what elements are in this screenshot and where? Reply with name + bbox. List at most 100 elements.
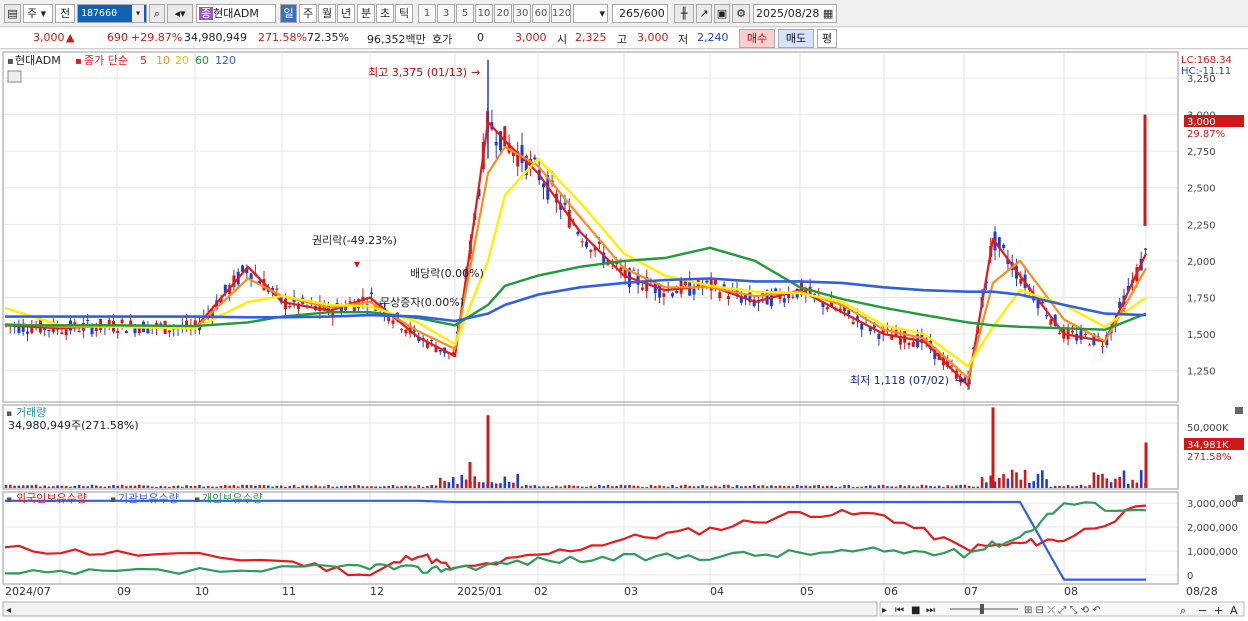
zoom-in-icon[interactable]: + [1214,604,1223,617]
volume-bar [374,486,378,488]
calculator-icon[interactable] [7,70,22,83]
zoom-out-icon[interactable]: − [1198,604,1207,617]
stock-name[interactable]: 종 현대ADM [196,4,276,23]
stock-code-input[interactable]: 187660 ▾ [77,4,147,23]
volume-bar [1019,479,1023,488]
candle-body [47,330,51,332]
eval-button[interactable]: 평 [817,29,837,48]
minute-20[interactable]: 20 [494,4,512,23]
volume-bar [383,486,386,488]
scroll-left-icon[interactable]: ◂ [6,605,11,616]
candle-body [391,320,395,324]
volume-bar [482,482,485,488]
volume-bar [86,486,89,488]
volume-bar [873,486,876,488]
period-type-select[interactable]: 주 ▾ [23,4,53,23]
volume-bar [267,485,270,488]
period-minute[interactable]: 분 [357,4,375,23]
legend-ma10[interactable]: 10 [156,54,170,67]
minute-5[interactable]: 5 [456,4,474,23]
volume-bar [314,485,317,488]
legend-ma60[interactable]: 60 [195,54,209,67]
sell-button[interactable]: 매도 [778,29,814,48]
candle-body [877,333,881,339]
volume-bar [340,485,343,488]
candle-body [348,301,352,303]
volume-bar [869,485,872,488]
legend-ma120[interactable]: 120 [215,54,236,67]
chart-svg[interactable]: 3,2503,0002,7502,5002,2502,0001,7501,500… [0,50,1248,621]
individual-square-icon: ▪ [194,495,200,505]
volume-bar [731,486,734,488]
search-icon[interactable]: ⌕ [149,4,165,23]
candle-body [718,292,722,299]
volume-bar [163,486,167,488]
volume-bar [254,485,257,488]
candle-body [137,328,141,334]
volume-bar [1066,485,1070,488]
gear-icon[interactable]: ⚙ [732,4,750,23]
buy-button[interactable]: 매수 [739,29,775,48]
legend-ma5[interactable]: 5 [140,54,147,67]
x-axis-label: 05 [800,585,814,598]
minute-60[interactable]: 60 [532,4,550,23]
minute-30[interactable]: 30 [513,4,531,23]
period-second[interactable]: 초 [376,4,394,23]
candle-body [683,281,687,286]
volume-bar [606,484,610,488]
date-input[interactable]: 2025/08/28 ▦ [753,4,837,23]
speaker-icon[interactable]: ◂▾ [167,4,193,23]
minute-3[interactable]: 3 [437,4,455,23]
fast-forward-icon[interactable]: ⏭ [926,605,935,616]
period-day[interactable]: 일 [280,4,297,23]
volume-bar [920,484,924,488]
hc-label: HC:-11.11 [1181,66,1231,77]
candle-type-icon[interactable]: ╫ [674,4,694,23]
volume-bar [426,486,429,488]
save-icon[interactable]: ▣ [714,4,730,23]
volume-bar [99,486,102,488]
period-month[interactable]: 월 [318,4,336,23]
volume-bar [589,485,593,488]
custom-period-select[interactable]: ▾ [573,4,608,23]
price-y-tick: 2,250 [1187,220,1216,231]
x-axis-label: 04 [710,585,724,598]
text-size-icon[interactable]: A [1230,604,1238,617]
volume-bar [413,486,416,488]
volume-bar [1015,472,1018,488]
count-input[interactable]: 265/600 [612,4,668,23]
volume-bar [529,485,532,488]
minute-10[interactable]: 10 [475,4,493,23]
minute-120[interactable]: 120 [551,4,571,23]
candle-body [26,331,29,334]
legend-ma20[interactable]: 20 [175,54,189,67]
volume-bar [133,485,137,488]
x-axis-label: 06 [884,585,898,598]
holdings-close-icon[interactable] [1235,495,1243,502]
volume-close-icon[interactable] [1235,407,1243,414]
x-axis-label: 08/28 [1186,585,1218,598]
volume-bar [1053,486,1057,488]
open-value: 2,325 [575,31,607,44]
volume-bar [1041,470,1044,488]
scrollbar-track[interactable] [2,601,878,617]
chart-area[interactable]: 3,2503,0002,7502,5002,2502,0001,7501,500… [0,50,1248,621]
period-year[interactable]: 년 [337,4,355,23]
volume-bar [679,485,683,488]
rewind-icon[interactable]: ⏮ [895,605,904,616]
candle-body [632,269,636,271]
candle-body [520,145,524,163]
menu-icon[interactable]: ▤ [4,4,21,23]
volume-bar [241,484,244,488]
period-week[interactable]: 주 [299,4,317,23]
zoom-slider-handle[interactable] [980,604,984,614]
draw-line-icon[interactable]: ↗ [696,4,712,23]
search-zoom-icon[interactable]: ⌕ [1180,604,1186,617]
calendar-icon[interactable]: ▦ [823,7,833,20]
minute-1[interactable]: 1 [418,4,436,23]
tool-icons[interactable]: ⊞ ⊟ ⤫ ⤢ ⤡ ⟲ ↶ [1024,605,1101,616]
stop-icon[interactable]: ■ [911,605,920,616]
volume-bar [219,485,223,488]
scroll-right-icon[interactable]: ▸ [882,605,887,616]
period-tick[interactable]: 틱 [395,4,413,23]
